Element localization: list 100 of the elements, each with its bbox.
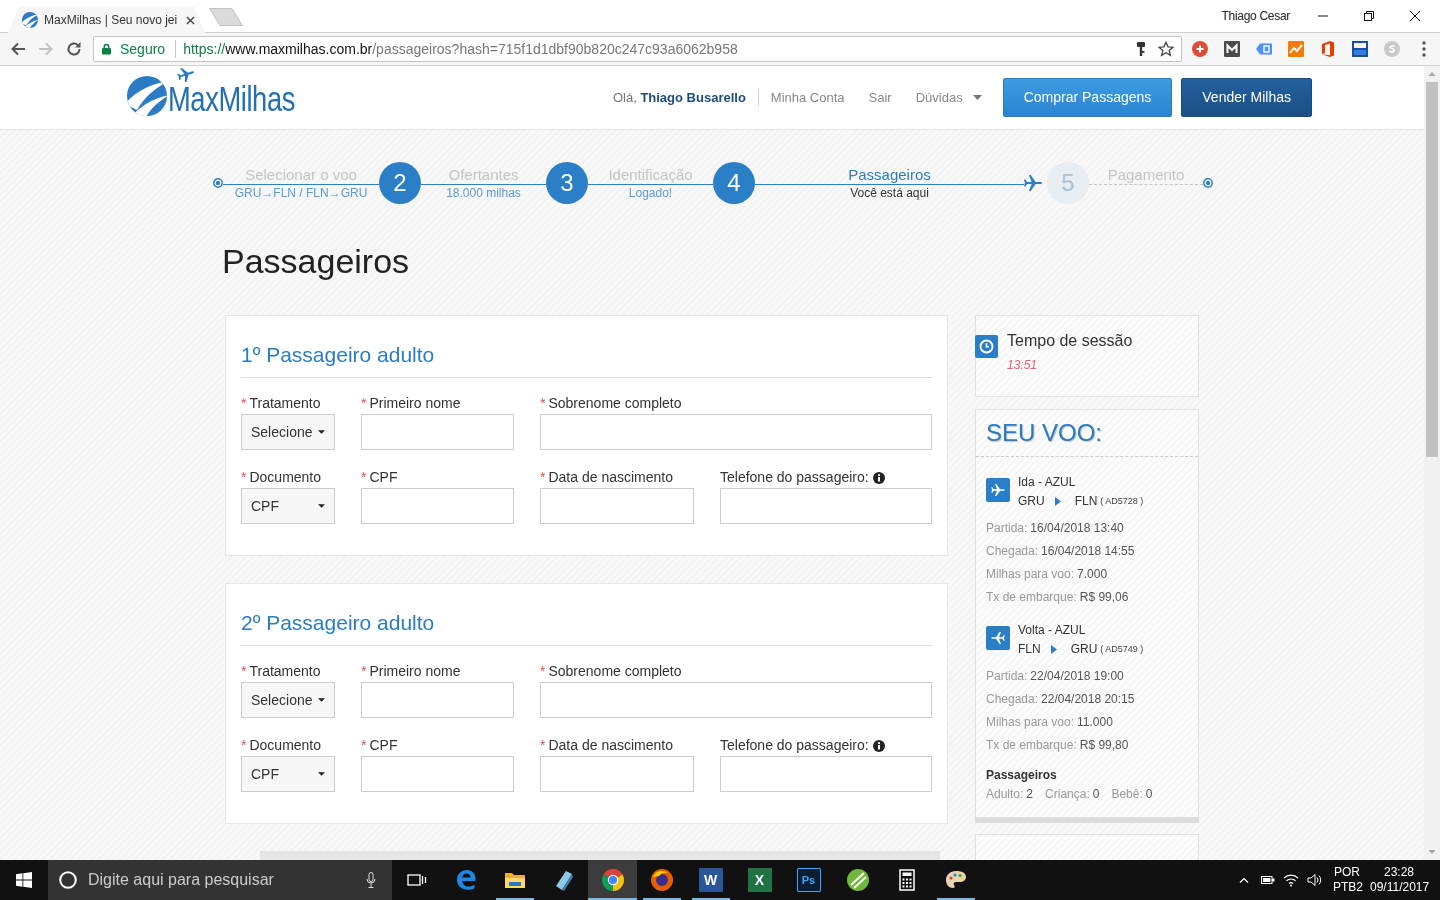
plane-icon [176, 67, 196, 82]
field-label: * Tratamento [241, 662, 321, 681]
restore-icon [1364, 11, 1374, 21]
close-icon[interactable] [186, 15, 195, 25]
select-dropdown[interactable]: Selecione [241, 414, 335, 450]
swoosh-favicon-icon [22, 12, 38, 28]
text-input[interactable] [540, 756, 694, 792]
section-title: Passageiros [986, 767, 1058, 784]
m-tile-icon[interactable] [1224, 41, 1240, 57]
field-label: * CPF [361, 736, 398, 755]
caret-right-icon [1054, 497, 1061, 506]
logo-text: MaxMilhas [168, 81, 295, 117]
field-label: * Data de nascimento [540, 736, 673, 755]
card-heading: 1º Passageiro adulto [241, 342, 436, 368]
key-icon[interactable] [1136, 42, 1146, 56]
detail-line: Partida: 16/04/2018 13:40 [986, 520, 1125, 537]
search-field[interactable]: Digite aqui para pesquisar [48, 860, 392, 900]
card-heading: 2º Passageiro adulto [241, 610, 436, 636]
step-number: 3 [546, 162, 588, 204]
search-input[interactable]: Digite aqui para pesquisar [88, 868, 366, 892]
flight-code: ( AD5749 ) [1100, 643, 1144, 656]
step-subtitle: GRU→FLN / FLN→GRU [233, 184, 369, 201]
menu-icon[interactable] [1422, 41, 1426, 57]
text-input[interactable] [361, 682, 514, 718]
window-tile-icon[interactable] [1352, 41, 1368, 57]
task-view-icon [406, 872, 427, 888]
wifi-icon[interactable] [1283, 873, 1299, 887]
field-label: * Documento [241, 468, 322, 487]
back-arrow-icon [10, 41, 26, 57]
text-input[interactable] [540, 682, 932, 718]
microphone-icon[interactable] [366, 872, 376, 888]
clock[interactable]: 23:28 09/11/2017 [1370, 865, 1428, 895]
language-indicator[interactable]: POR PTB2 [1333, 865, 1361, 895]
field-label: * CPF [361, 468, 398, 487]
speaker-icon[interactable] [1307, 873, 1321, 887]
text-input[interactable] [720, 488, 932, 524]
scroll-thumb[interactable] [1426, 82, 1438, 457]
passenger-count: Bebê: 0 [1111, 786, 1153, 803]
nav-link[interactable]: Sair [868, 87, 892, 108]
taskbar-button[interactable]: X [735, 860, 784, 900]
globe-icon [649, 868, 674, 892]
bookmark-star-icon[interactable] [1158, 41, 1174, 57]
field-label: * Tratamento [241, 394, 321, 413]
caret-down-icon [318, 698, 325, 702]
passenger-count: Adulto: 2 [986, 786, 1034, 803]
detail-line: Tx de embarque: R$ 99,80 [986, 737, 1130, 754]
end-dot-icon [1203, 178, 1213, 188]
leg-title: Volta - AZUL [1018, 622, 1087, 639]
detail-line: Chegada: 22/04/2018 20:15 [986, 691, 1136, 708]
session-timer: 13:51 [1007, 357, 1039, 374]
text-input[interactable] [361, 488, 514, 524]
line-chart-icon[interactable] [1288, 41, 1304, 57]
field-label: * Documento [241, 736, 322, 755]
browser-tab[interactable]: MaxMilhas | Seu novo jei [8, 7, 205, 33]
field-label: Telefone do passageiro: [720, 468, 869, 487]
text-input[interactable] [540, 414, 932, 450]
field-label: * Sobrenome completo [540, 662, 682, 681]
text-input[interactable] [361, 756, 514, 792]
airport-code: FLN [1074, 493, 1098, 510]
select-dropdown[interactable]: Selecione [241, 682, 335, 718]
text-input[interactable] [720, 756, 932, 792]
airport-code: FLN [1018, 641, 1041, 658]
detail-line: Partida: 22/04/2018 19:00 [986, 668, 1125, 685]
start-dot-icon [213, 178, 223, 188]
step-title: Passageiros [847, 165, 932, 184]
select-dropdown[interactable]: CPF [241, 756, 335, 792]
tag-icon[interactable] [1256, 41, 1272, 57]
clock-icon [975, 335, 998, 358]
text-input[interactable] [361, 414, 514, 450]
profile-name[interactable]: Thiago Cesar [1221, 7, 1290, 25]
passenger-count: Criança: 0 [1045, 786, 1100, 803]
greeting-text: Olá, Thiago Busarello [612, 88, 746, 107]
step-subtitle: Logado! [627, 184, 674, 201]
caret-down-icon [318, 504, 325, 508]
nav-link[interactable]: Dúvidas [915, 87, 982, 108]
browser-icon [600, 868, 625, 892]
field-label: * Sobrenome completo [540, 394, 682, 413]
battery-icon[interactable] [1261, 873, 1275, 887]
step-number: 4 [713, 162, 755, 204]
select-dropdown[interactable]: CPF [241, 488, 335, 524]
address-bar[interactable]: Seguro https://www.maxmilhas.com.br/passageiros?hash=715f1d1dbf90b820c247c93a6062b958 [93, 36, 1182, 62]
url-text: https://www.maxmilhas.com.br/passageiros?hash=715f1d1dbf90b820c247c93a6062b958 [183, 39, 738, 59]
lock-icon [102, 43, 111, 55]
scrollbar[interactable] [1424, 66, 1440, 860]
plus-circle-icon[interactable] [1192, 41, 1208, 57]
secondary-action-button[interactable]: Vender Milhas [1181, 78, 1312, 117]
taskbar-button[interactable] [588, 860, 637, 900]
detail-line: Chegada: 16/04/2018 14:55 [986, 543, 1136, 560]
nav-link[interactable]: Minha Conta [770, 87, 845, 108]
caret-down-icon [318, 772, 325, 776]
chevron-up-icon[interactable] [1239, 877, 1249, 883]
text-input[interactable] [540, 488, 694, 524]
caret-right-icon [1050, 645, 1057, 654]
windows-logo-icon [16, 872, 32, 888]
door-shape-icon[interactable] [1320, 41, 1336, 57]
step-number: 2 [379, 162, 421, 204]
session-title: Tempo de sessão [1007, 331, 1133, 351]
detail-line: Tx de embarque: R$ 99,06 [986, 589, 1130, 606]
taskbar-button[interactable]: Ps [784, 860, 833, 900]
step-number: 5 [1047, 162, 1089, 204]
